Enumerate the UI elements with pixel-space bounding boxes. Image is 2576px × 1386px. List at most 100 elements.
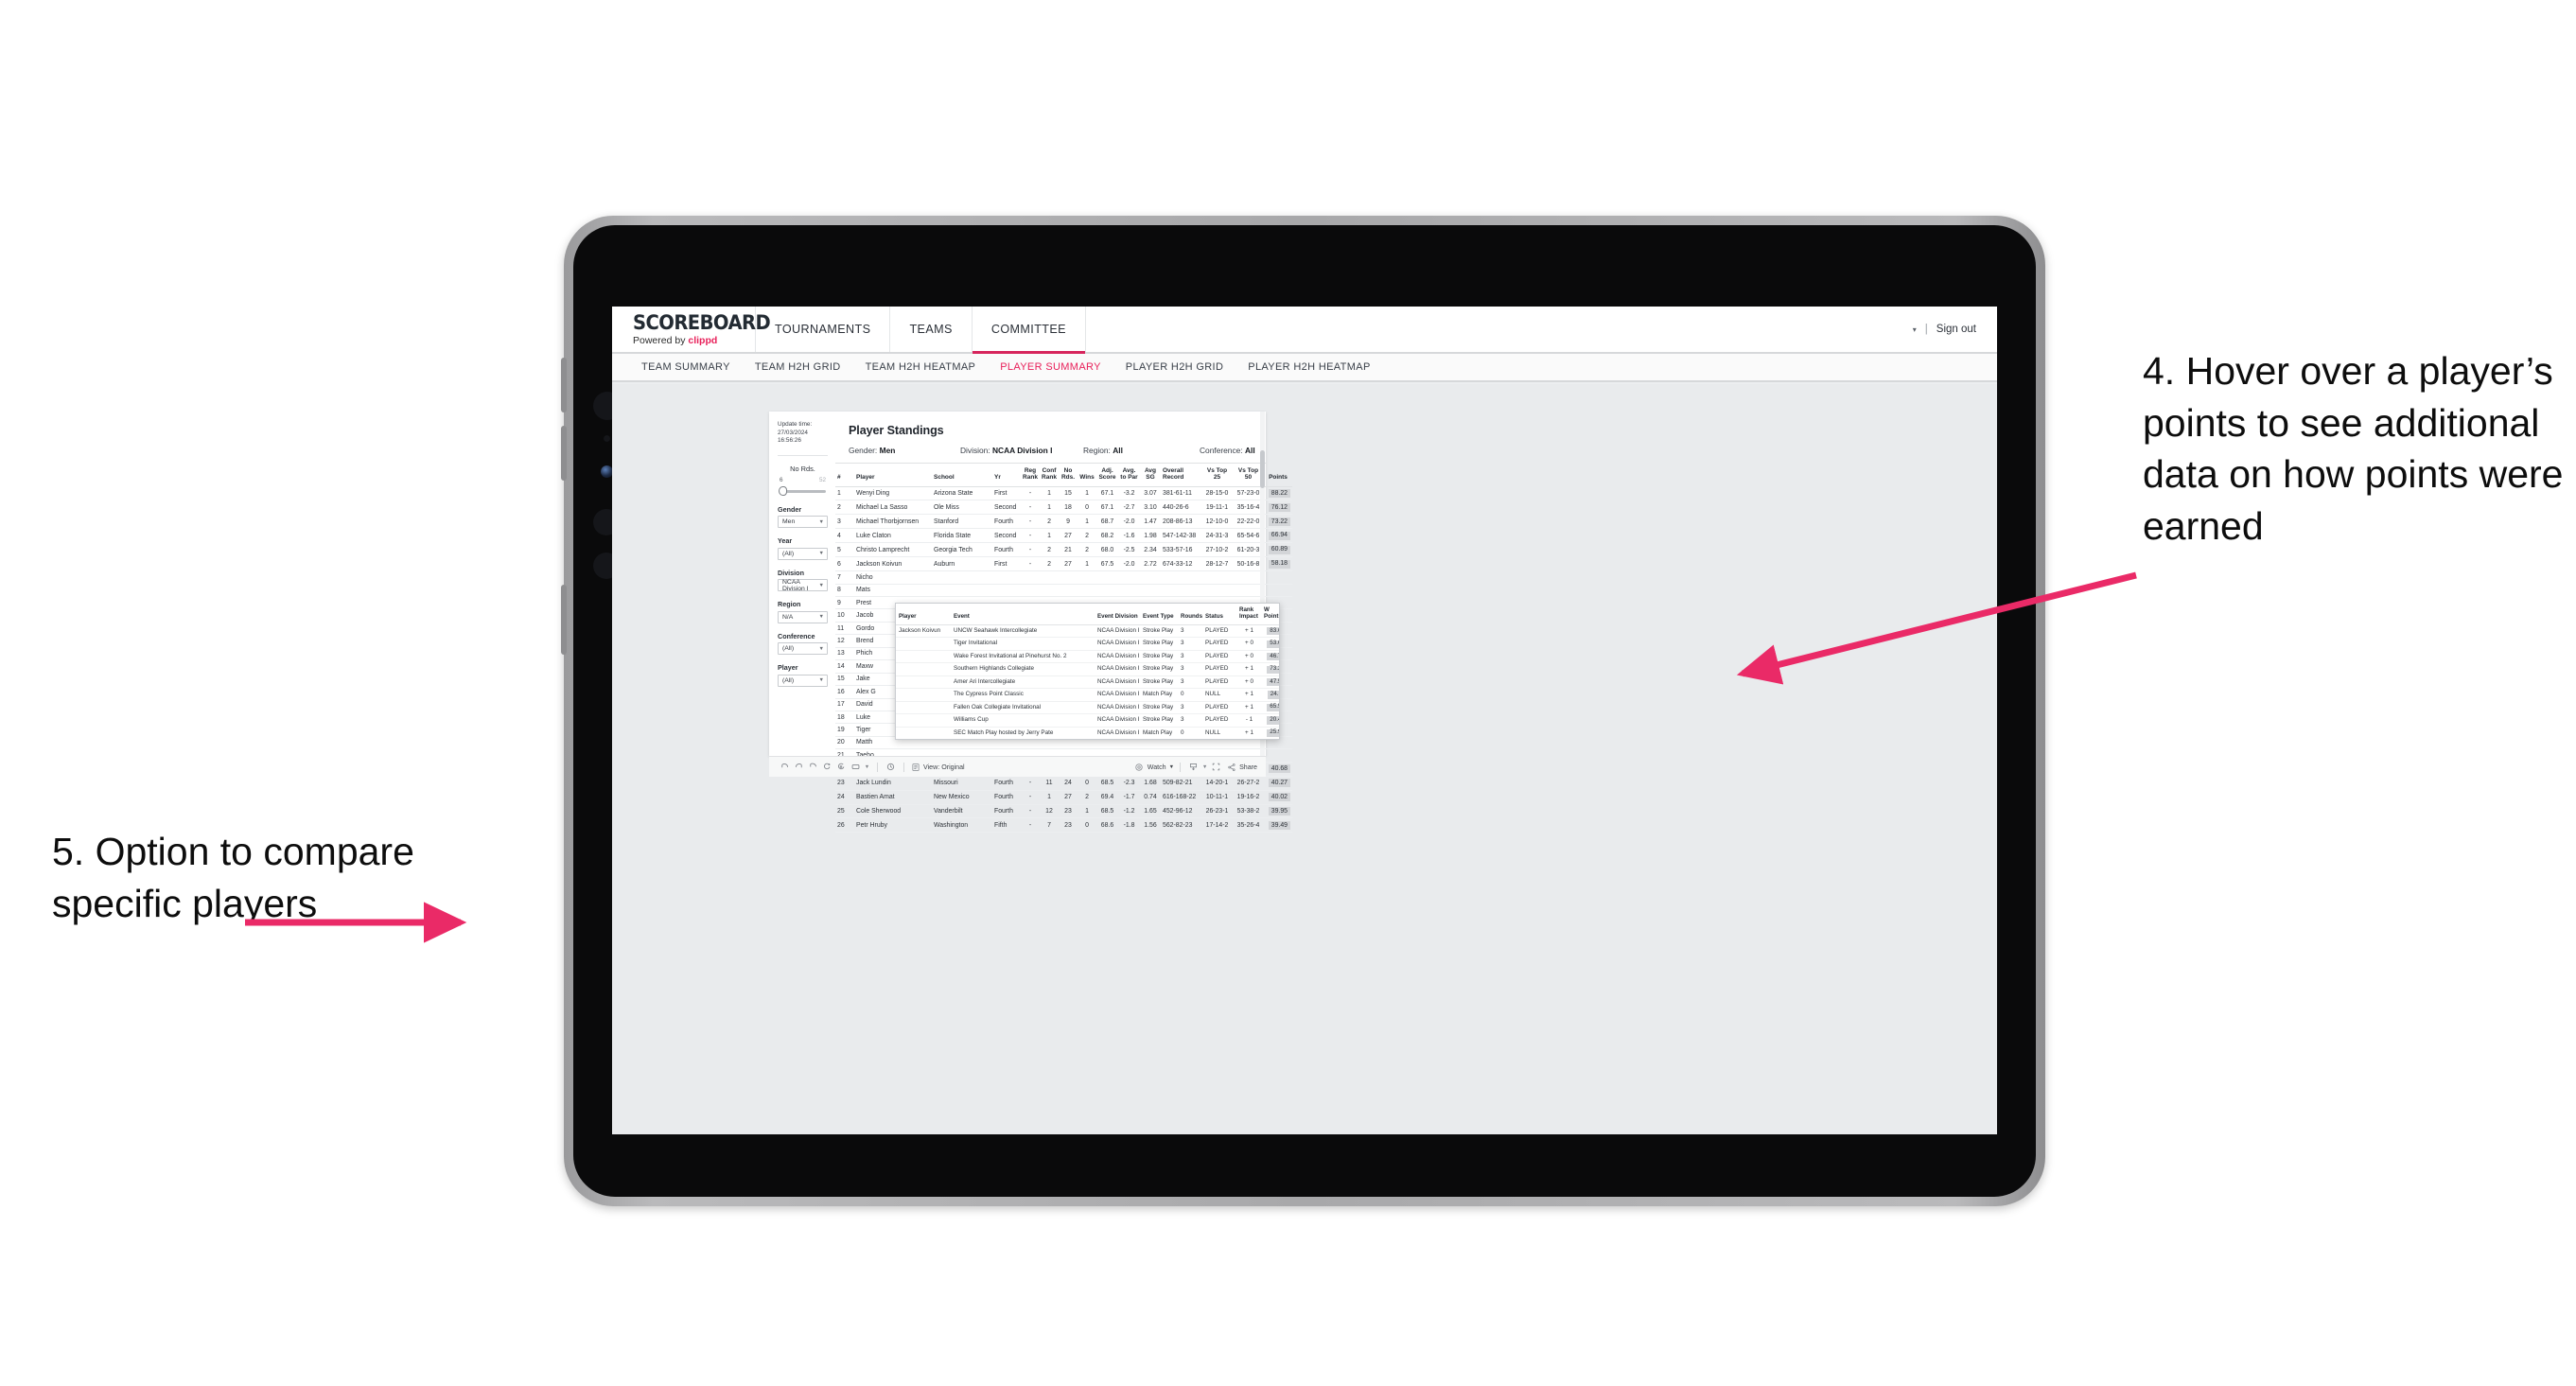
device-layout-chevron-icon[interactable]: ▼ [863,761,871,774]
points-chip[interactable]: 58.18 [1268,559,1290,569]
undo-icon[interactable] [778,761,792,774]
points-cell[interactable]: 39.49 [1264,817,1292,833]
col-yr[interactable]: Yr [992,464,1021,487]
points-cell[interactable] [1264,570,1292,585]
table-row[interactable]: 7 Nicho [835,570,1292,585]
points-cell[interactable]: 40.02 [1264,790,1292,805]
conf-rank-cell: 1 [1040,486,1059,501]
points-cell[interactable]: 58.18 [1264,556,1292,572]
col-avg-sg[interactable]: Avg SG [1140,464,1161,487]
col-reg-rank[interactable]: Reg Rank [1021,464,1040,487]
subnav-item-player-h2h-grid[interactable]: PLAYER H2H GRID [1113,361,1235,373]
points-cell[interactable]: 39.95 [1264,804,1292,819]
table-row[interactable]: 4 Luke Claton Florida State Second -1 27 2 68.2… [835,528,1292,544]
no-rounds-slider[interactable]: No Rds. 6 52 [778,465,828,497]
table-row[interactable]: 3 Michael Thorbjornsen Stanford Fourth -2 9 1 6… [835,514,1292,530]
col-no-rds[interactable]: No Rds. [1059,464,1078,487]
share-button[interactable]: Share [1226,761,1257,774]
volume-up-button[interactable] [561,358,567,412]
table-row[interactable]: 2 Michael La Sasso Ole Miss Second -1 18 0 67.1… [835,500,1292,516]
col-points[interactable]: Points [1264,464,1292,487]
no-rds-cell: 27 [1059,790,1078,805]
points-chip[interactable]: 76.12 [1268,503,1290,512]
points-cell[interactable]: 40.68 [1264,762,1292,777]
filter-region-select[interactable]: N/A ▼ [778,610,828,623]
table-row[interactable]: 6 Jackson Koivun Auburn First -2 27 1 67.5 -2.0 2… [835,556,1292,572]
fullscreen-icon[interactable] [1209,761,1223,774]
watch-button[interactable]: Watch ▼ [1134,761,1174,774]
table-row[interactable]: 26 Petr Hruby Washington Fifth -7 23 0 68.6 -1.8… [835,817,1292,833]
col-adj-score[interactable]: Adj. Score [1096,464,1118,487]
points-cell[interactable] [1264,584,1292,598]
download-chevron-icon[interactable]: ▼ [1200,761,1209,774]
col-vs-top-25[interactable]: Vs Top 25 [1201,464,1233,487]
meta-region: Region: All [1083,446,1200,455]
nav-item-teams[interactable]: TEAMS [890,307,973,352]
col-rank[interactable]: # [835,464,854,487]
points-cell[interactable]: 60.89 [1264,542,1292,558]
power-button[interactable] [561,585,567,655]
pause-auto-update-icon[interactable] [834,761,849,774]
volume-down-button[interactable] [561,426,567,481]
school-cell: Arizona State [932,486,992,501]
points-cell[interactable]: 76.12 [1264,500,1292,516]
table-row[interactable]: 24 Bastien Amat New Mexico Fourth -1 27 2 69.4-… [835,790,1292,805]
nav-item-committee[interactable]: COMMITTEE [972,307,1086,354]
points-chip[interactable]: 60.89 [1268,545,1290,554]
no-rounds-slider-track[interactable] [779,486,826,497]
table-row[interactable]: 1 Wenyi Ding Arizona State First -1 15 1 67.1 -3… [835,486,1292,501]
sign-out-link[interactable]: Sign out [1936,324,1976,335]
filter-gender-select[interactable]: Men ▼ [778,516,828,529]
view-original-button[interactable]: View: Original [910,761,965,774]
filter-year-select[interactable]: (All) ▼ [778,547,828,560]
download-icon[interactable] [1186,761,1200,774]
refresh-icon[interactable] [820,761,834,774]
points-chip[interactable]: 88.22 [1268,489,1290,498]
tooltip-w-points-cell: 25.98 [1261,727,1279,739]
subnav-item-team-summary[interactable]: TEAM SUMMARY [629,361,743,373]
device-layout-icon[interactable] [849,761,863,774]
brand-logo[interactable]: SCOREBOARD Powered by clippd [612,307,771,352]
nav-item-tournaments[interactable]: TOURNAMENTS [756,307,891,352]
view-original-label: View: Original [923,763,965,771]
points-chip[interactable]: 40.27 [1268,779,1290,787]
table-row[interactable]: 8 Mats [835,584,1292,598]
points-chip[interactable]: 66.94 [1268,531,1290,540]
avg-sg-cell: 1.65 [1140,804,1161,819]
points-chip[interactable]: 39.49 [1268,821,1290,830]
table-row[interactable]: 23 Jack Lundin Missouri Fourth -11 24 0 68.5 -2.… [835,776,1292,791]
points-chip[interactable]: 73.22 [1268,518,1290,526]
table-row[interactable]: 25 Cole Sherwood Vanderbilt Fourth -12 23 1 68.… [835,804,1292,819]
col-player[interactable]: Player [854,464,932,487]
rank-cell: 8 [835,584,854,598]
subnav-item-player-summary[interactable]: PLAYER SUMMARY [988,361,1113,373]
subnav-item-team-h2h-heatmap[interactable]: TEAM H2H HEATMAP [853,361,989,373]
subnav-item-player-h2h-heatmap[interactable]: PLAYER H2H HEATMAP [1235,361,1382,373]
user-chevron-icon[interactable]: ▾ [1913,325,1917,334]
filter-conference-select[interactable]: (All) ▼ [778,642,828,656]
filter-gender-label: Gender [778,504,802,514]
viz-scrollbar-thumb[interactable] [1260,450,1265,488]
points-cell[interactable]: 73.22 [1264,514,1292,530]
revert-icon[interactable] [806,761,820,774]
table-row[interactable]: 5 Christo Lamprecht Georgia Tech Fourth -2 21… [835,542,1292,558]
col-wins[interactable]: Wins [1078,464,1096,487]
filter-player-select[interactable]: (All) ▼ [778,674,828,687]
col-conf-rank[interactable]: Conf Rank [1040,464,1059,487]
points-cell[interactable]: 66.94 [1264,528,1292,544]
points-cell[interactable]: 88.22 [1264,486,1292,501]
points-cell[interactable]: 40.27 [1264,776,1292,791]
filter-division-select[interactable]: NCAA Division I ▼ [778,579,828,592]
col-overall-record[interactable]: Overall Record [1161,464,1201,487]
vs-top-25-cell: 28-15-0 [1201,486,1233,501]
pause-icon[interactable] [884,761,898,774]
col-school[interactable]: School [932,464,992,487]
points-chip[interactable]: 39.95 [1268,807,1290,816]
points-cell[interactable] [1264,748,1292,763]
redo-icon[interactable] [792,761,806,774]
col-avg-to-par[interactable]: Avg. to Par [1118,464,1140,487]
subnav-item-team-h2h-grid[interactable]: TEAM H2H GRID [743,361,853,373]
points-chip[interactable]: 40.68 [1268,764,1290,774]
points-chip[interactable]: 40.02 [1268,793,1290,801]
no-rounds-slider-thumb[interactable] [779,486,787,497]
